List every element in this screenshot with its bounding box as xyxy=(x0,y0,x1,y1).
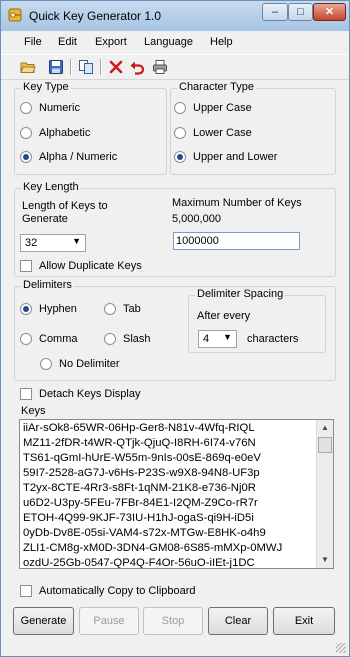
keys-scrollbar[interactable]: ▲ ▼ xyxy=(316,420,333,568)
radio-no-delimiter[interactable] xyxy=(40,358,52,370)
title-bar: Quick Key Generator 1.0 – □ ✕ xyxy=(1,1,349,31)
chevron-down-icon: ▼ xyxy=(223,332,232,342)
pause-button[interactable]: Pause xyxy=(79,607,139,635)
menu-file[interactable]: File xyxy=(24,36,42,48)
maximize-button[interactable]: □ xyxy=(288,3,313,21)
menu-help[interactable]: Help xyxy=(210,36,233,48)
delimiters-title: Delimiters xyxy=(21,279,74,291)
max-keys-value: 5,000,000 xyxy=(172,213,221,225)
scroll-down-icon[interactable]: ▼ xyxy=(317,552,333,568)
auto-copy-checkbox[interactable] xyxy=(20,585,32,597)
menu-bar: File Edit Export Language Help xyxy=(1,32,349,54)
menu-export[interactable]: Export xyxy=(95,36,127,48)
radio-alphabetic[interactable] xyxy=(20,127,32,139)
allow-duplicates-label: Allow Duplicate Keys xyxy=(39,260,142,272)
delimiter-spacing-title: Delimiter Spacing xyxy=(195,288,286,300)
key-line: MZ11-2fDR-t4WR-QTjk-QjuQ-I8RH-6I74-v76N xyxy=(23,437,256,449)
radio-slash[interactable] xyxy=(104,333,116,345)
key-line: ZLI1-CM8g-xM0D-3DN4-GM08-6S85-mMXp-0MWJ xyxy=(23,542,283,554)
max-keys-label: Maximum Number of Keys xyxy=(172,197,302,209)
copy-icon[interactable] xyxy=(78,59,94,75)
print-icon[interactable] xyxy=(152,59,168,75)
keys-label: Keys xyxy=(21,405,46,417)
key-type-title: Key Type xyxy=(21,81,71,93)
delimiter-spacing-select[interactable]: 4 ▼ xyxy=(198,330,237,348)
menu-edit[interactable]: Edit xyxy=(58,36,77,48)
app-key-icon xyxy=(8,8,22,22)
radio-hyphen[interactable] xyxy=(20,303,32,315)
key-line: ozdU-25Gb-0547-QP4Q-F4Or-56uO-iIEt-j1DC xyxy=(23,557,255,569)
exit-button[interactable]: Exit xyxy=(273,607,335,635)
save-icon[interactable] xyxy=(48,59,64,75)
toolbar-separator xyxy=(70,59,72,75)
radio-upper-and-lower[interactable] xyxy=(174,151,186,163)
key-line: ETOH-4Q99-9KJF-73IU-H1hJ-ogaS-qi9H-iD5i xyxy=(23,512,254,524)
label-alphabetic: Alphabetic xyxy=(39,127,91,139)
undo-icon[interactable] xyxy=(129,59,145,75)
detach-keys-label: Detach Keys Display xyxy=(39,388,141,400)
key-count-input[interactable]: 1000000 xyxy=(173,232,300,250)
length-of-keys-label: Length of Keys to Generate xyxy=(22,200,108,225)
label-slash: Slash xyxy=(123,333,151,345)
scroll-up-icon[interactable]: ▲ xyxy=(317,420,333,436)
clear-button[interactable]: Clear xyxy=(208,607,268,635)
key-line: TS61-qGmI-hUrE-W55m-9nIs-00sE-869q-e0eV xyxy=(23,452,261,464)
key-line: 59I7-2528-aG7J-v6Hs-P23S-w9X8-94N8-UF3p xyxy=(23,467,260,479)
key-line: iiAr-sOk8-65WR-06Hp-Ger8-N81v-4Wfq-RIQL xyxy=(23,422,255,434)
scroll-thumb[interactable] xyxy=(318,437,332,453)
label-upper-and-lower: Upper and Lower xyxy=(193,151,278,163)
close-button[interactable]: ✕ xyxy=(313,3,346,21)
label-no-delimiter: No Delimiter xyxy=(59,358,120,370)
resize-grip-icon[interactable] xyxy=(336,643,346,653)
minimize-button[interactable]: – xyxy=(262,3,288,21)
auto-copy-label: Automatically Copy to Clipboard xyxy=(39,585,196,597)
radio-numeric[interactable] xyxy=(20,102,32,114)
key-length-title: Key Length xyxy=(21,181,81,193)
character-type-title: Character Type xyxy=(177,81,257,93)
radio-alpha-numeric[interactable] xyxy=(20,151,32,163)
generate-button[interactable]: Generate xyxy=(13,607,74,635)
stop-button[interactable]: Stop xyxy=(143,607,203,635)
label-numeric: Numeric xyxy=(39,102,80,114)
chevron-down-icon: ▼ xyxy=(72,236,81,246)
status-bar xyxy=(1,639,349,656)
label-comma: Comma xyxy=(39,333,78,345)
label-upper-case: Upper Case xyxy=(193,102,252,114)
key-line: 0yDb-Dv8E-05si-VAM4-s72x-MTGw-E8HK-o4h9 xyxy=(23,527,266,539)
characters-label: characters xyxy=(247,333,299,345)
open-folder-icon[interactable] xyxy=(20,59,36,75)
delimiter-spacing-value: 4 xyxy=(203,333,210,345)
radio-tab[interactable] xyxy=(104,303,116,315)
key-length-value: 32 xyxy=(25,237,38,249)
delete-icon[interactable] xyxy=(108,59,124,75)
allow-duplicates-checkbox[interactable] xyxy=(20,260,32,272)
menu-language[interactable]: Language xyxy=(144,36,193,48)
window-title: Quick Key Generator 1.0 xyxy=(29,9,162,23)
label-alpha-numeric: Alpha / Numeric xyxy=(39,151,118,163)
key-length-select[interactable]: 32 ▼ xyxy=(20,234,86,252)
after-every-label: After every xyxy=(197,310,251,322)
detach-keys-checkbox[interactable] xyxy=(20,388,32,400)
label-lower-case: Lower Case xyxy=(193,127,252,139)
keys-textarea[interactable]: iiAr-sOk8-65WR-06Hp-Ger8-N81v-4Wfq-RIQL … xyxy=(19,419,334,569)
toolbar-separator xyxy=(100,59,102,75)
key-line: T2yx-8CTE-4Rr3-s8Ft-1qNM-21K8-e736-Nj0R xyxy=(23,482,256,494)
label-tab: Tab xyxy=(123,303,141,315)
toolbar xyxy=(1,54,349,80)
label-hyphen: Hyphen xyxy=(39,303,77,315)
app-window: Quick Key Generator 1.0 – □ ✕ File Edit … xyxy=(0,0,350,657)
radio-lower-case[interactable] xyxy=(174,127,186,139)
radio-upper-case[interactable] xyxy=(174,102,186,114)
key-line: u6D2-U3py-5FEu-7FBr-84E1-I2QM-Z9Co-rR7r xyxy=(23,497,258,509)
radio-comma[interactable] xyxy=(20,333,32,345)
